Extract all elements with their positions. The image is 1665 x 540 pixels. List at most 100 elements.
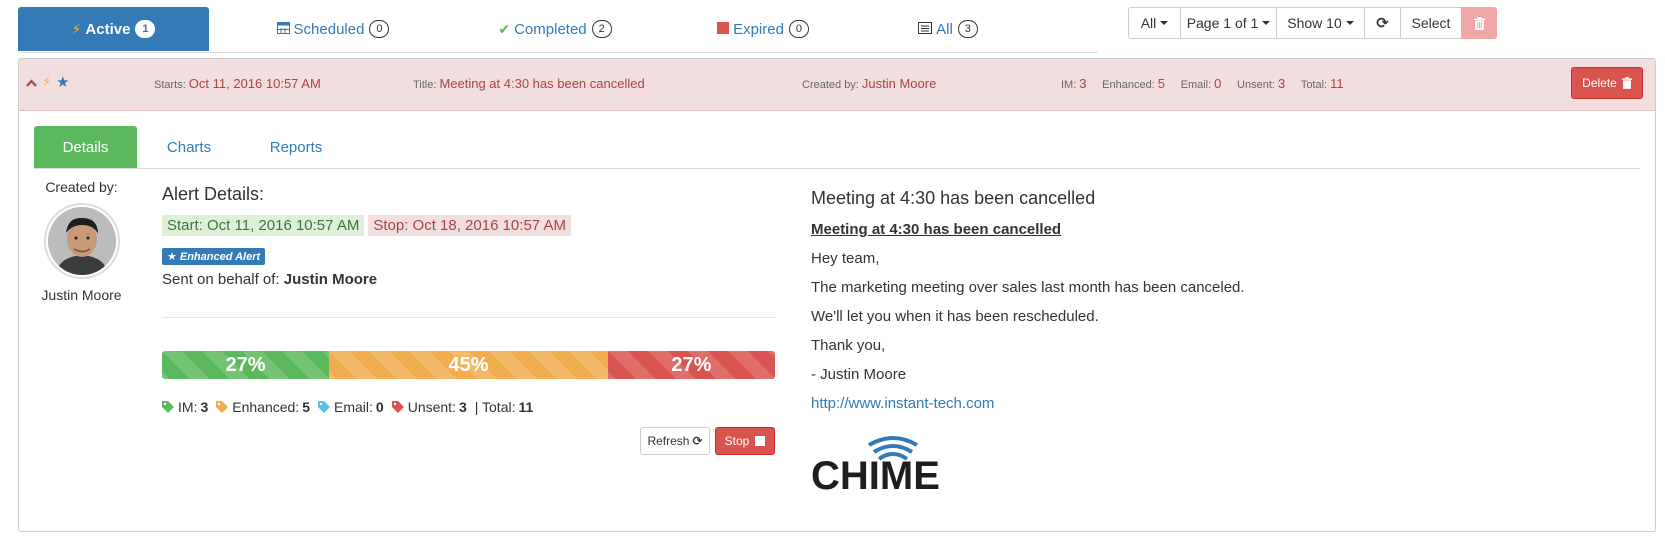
- message-link[interactable]: http://www.instant-tech.com: [811, 395, 994, 412]
- filter-label: All: [1140, 15, 1157, 31]
- alert-summary-row[interactable]: ⚡ ★ Starts: Oct 11, 2016 10:57 AM Title: M…: [19, 59, 1655, 111]
- caret-down-icon: [1160, 21, 1169, 25]
- toolbar: All Page 1 of 1 Show 10 ⟳ Select: [1128, 7, 1497, 39]
- page-dropdown[interactable]: Page 1 of 1: [1180, 7, 1277, 39]
- tab-expired[interactable]: Expired 0: [683, 7, 843, 51]
- legend-im: IM: 3: [162, 399, 208, 415]
- message-title: Meeting at 4:30 has been cancelled: [811, 188, 1096, 208]
- message-headline: Meeting at 4:30 has been cancelled: [811, 221, 1062, 238]
- star-icon: ★: [56, 74, 70, 91]
- refresh-button[interactable]: Refresh ⟳: [640, 427, 710, 455]
- legend-unsent: Unsent: 3: [391, 399, 467, 415]
- count-badge: 0: [369, 20, 390, 38]
- delete-button[interactable]: Delete: [1571, 67, 1643, 99]
- date-range: Start: Oct 11, 2016 10:57 AM Stop: Oct 18…: [162, 215, 775, 236]
- tab-label: Charts: [166, 138, 212, 156]
- avatar: [43, 203, 120, 279]
- tag-icon: [216, 401, 229, 413]
- summary-icons: ⚡ ★: [26, 73, 70, 91]
- title-value: Meeting at 4:30 has been cancelled: [439, 76, 645, 91]
- legend-label: | Total:: [474, 399, 516, 415]
- tab-charts[interactable]: Charts: [152, 126, 226, 168]
- tab-label: Reports: [269, 138, 323, 156]
- tab-label: Active: [85, 20, 131, 38]
- creator-label: Created by:: [45, 179, 118, 195]
- bolt-icon: ⚡: [71, 20, 82, 37]
- tab-scheduled[interactable]: Scheduled 0: [243, 7, 423, 51]
- progress-segment: 27%: [162, 351, 330, 379]
- tag-icon: [391, 401, 404, 413]
- tab-all[interactable]: All 3: [878, 7, 1018, 51]
- tab-reports[interactable]: Reports: [256, 126, 336, 168]
- message-line: Thank you,: [811, 337, 886, 354]
- calendar-icon: [276, 21, 290, 37]
- details-heading: Alert Details:: [162, 184, 265, 204]
- chime-logo: CHIME: [811, 433, 953, 498]
- summary-created: Created by: Justin Moore: [802, 76, 936, 91]
- logo-text: CHIME: [811, 454, 940, 493]
- tag-icon: [318, 401, 330, 413]
- caret-down-icon: [1345, 21, 1354, 25]
- select-label: Select: [1411, 15, 1451, 31]
- bulk-delete-button[interactable]: [1461, 7, 1497, 39]
- legend-total: | Total: 11: [475, 399, 534, 415]
- progress-segment: 45%: [329, 351, 608, 379]
- badge-label: Enhanced Alert: [179, 250, 261, 263]
- show-dropdown[interactable]: Show 10: [1276, 7, 1365, 39]
- im-label: IM:: [1061, 79, 1077, 91]
- alert-message: Meeting at 4:30 has been cancelled Meeti…: [811, 188, 1551, 498]
- legend-value: 3: [458, 399, 467, 415]
- unsent-label: Unsent:: [1237, 79, 1275, 91]
- legend-value: 3: [200, 399, 209, 415]
- caret-down-icon: [1262, 21, 1271, 25]
- creator-card: Created by: Justin Moore: [19, 179, 144, 303]
- stop-button[interactable]: Stop: [715, 427, 775, 455]
- message-line: We'll let you when it has been reschedul…: [811, 308, 1099, 325]
- enhanced-value: 5: [1157, 76, 1165, 91]
- legend-label: Unsent:: [407, 399, 456, 415]
- show-label: Show 10: [1287, 15, 1342, 31]
- trash-icon: [1621, 77, 1632, 89]
- title-label: Title:: [413, 79, 437, 91]
- start-date: Start: Oct 11, 2016 10:57 AM: [162, 215, 365, 236]
- message-line: Hey team,: [811, 250, 880, 267]
- tab-label: Scheduled: [293, 20, 365, 38]
- stop-label: Stop: [724, 434, 750, 448]
- legend-value: 5: [302, 399, 310, 415]
- tab-details[interactable]: Details: [34, 126, 137, 168]
- stop-square-icon: [717, 21, 730, 37]
- select-button[interactable]: Select: [1400, 7, 1462, 39]
- delete-label: Delete: [1582, 76, 1617, 90]
- count-badge: 1: [135, 20, 156, 38]
- message-line: The marketing meeting over sales last mo…: [811, 279, 1245, 296]
- starts-label: Starts:: [154, 79, 186, 91]
- tab-label: Expired: [733, 20, 784, 38]
- email-value: 0: [1214, 76, 1222, 91]
- created-value: Justin Moore: [861, 76, 937, 91]
- unsent-value: 3: [1277, 76, 1286, 91]
- list-icon: [918, 21, 933, 37]
- message-line: - Justin Moore: [811, 366, 907, 383]
- behalf-label: Sent on behalf of:: [162, 271, 280, 288]
- delivery-progress-bar: 27% 45% 27%: [162, 351, 775, 379]
- tag-icon: [162, 401, 174, 413]
- tab-label: Details: [62, 138, 109, 156]
- count-badge: 3: [957, 20, 978, 38]
- enhanced-label: Enhanced:: [1102, 79, 1155, 91]
- delivery-legend: IM: 3 Enhanced: 5 Email: 0 Unsent: 3 | Total…: [162, 399, 541, 415]
- tab-active[interactable]: ⚡ Active 1: [18, 7, 209, 51]
- legend-label: IM:: [178, 399, 198, 415]
- chevron-up-icon[interactable]: [26, 74, 37, 90]
- refresh-button[interactable]: ⟳: [1364, 7, 1401, 39]
- tab-completed[interactable]: ✔ Completed 2: [465, 7, 645, 51]
- alert-details: Alert Details: Start: Oct 11, 2016 10:57…: [162, 184, 775, 455]
- total-label: Total:: [1300, 79, 1328, 91]
- total-value: 11: [1330, 76, 1344, 91]
- filter-dropdown[interactable]: All: [1128, 7, 1181, 39]
- enhanced-alert-badge: ★ Enhanced Alert: [162, 248, 266, 265]
- count-badge: 0: [788, 20, 809, 38]
- legend-value: 0: [375, 399, 384, 415]
- summary-counts: IM: 3 Enhanced: 5 Email: 0 Unsent: 3 Total: 1…: [1061, 76, 1344, 91]
- starts-value: Oct 11, 2016 10:57 AM: [188, 76, 321, 91]
- refresh-label: Refresh: [647, 434, 690, 448]
